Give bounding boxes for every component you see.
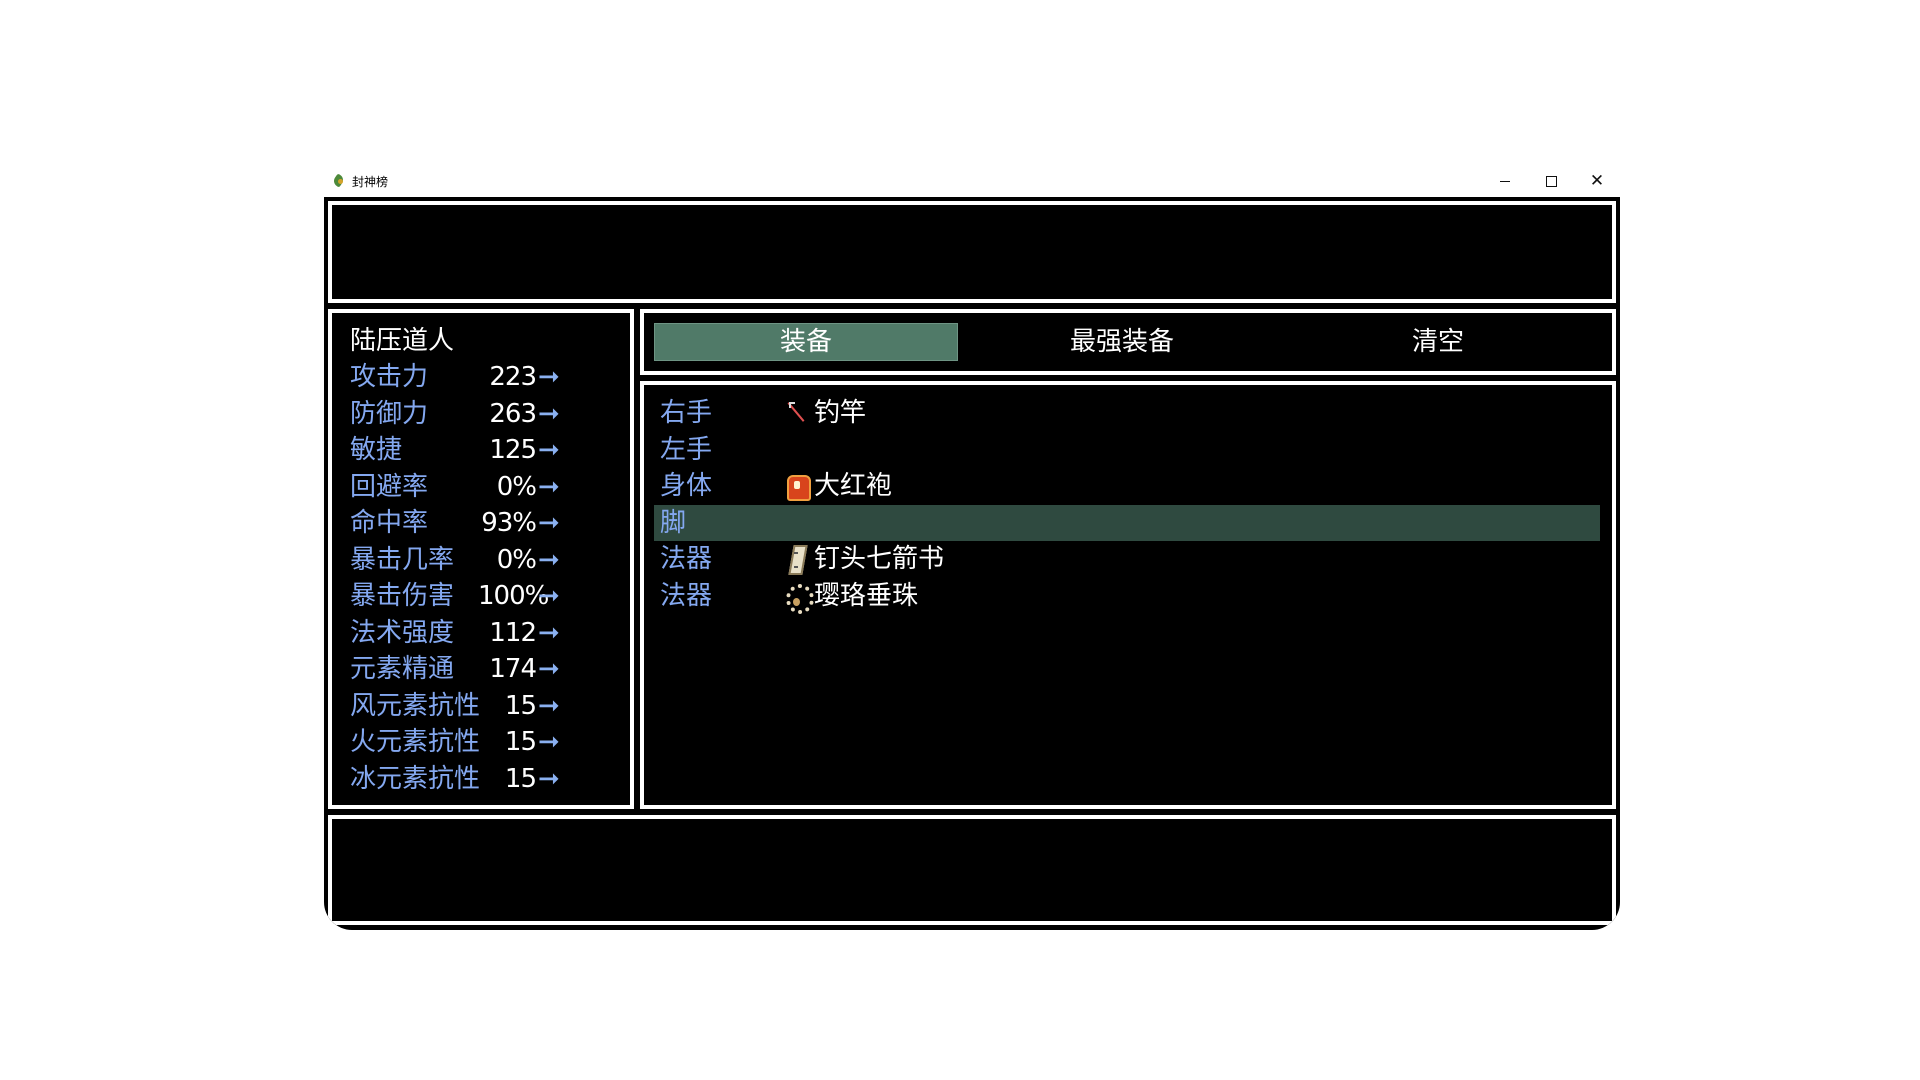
stat-row-ice-resist: 冰元素抗性 15 ➞ [350,761,560,798]
close-button[interactable]: ✕ [1574,165,1620,197]
stat-row-attack: 攻击力 223 ➞ [350,359,560,396]
slot-row-left-hand[interactable]: 左手 [654,432,1600,469]
stat-value: 15 [504,690,537,721]
slot-item: 钉头七箭书 [784,541,944,578]
title-bar[interactable]: 封神榜 ✕ [324,165,1620,197]
stat-row-hit-rate: 命中率 93% ➞ [350,505,560,542]
slot-row-artifact-2[interactable]: 法器 璎珞垂珠 [654,578,1600,615]
stat-row-elemental-mastery: 元素精通 174 ➞ [350,651,560,688]
slot-label: 左手 [660,434,713,465]
stat-row-fire-resist: 火元素抗性 15 ➞ [350,724,560,761]
stat-label: 法术强度 [350,617,455,648]
arrow-right-icon: ➞ [538,654,560,684]
minimize-button[interactable] [1482,165,1528,197]
bead-necklace-icon [784,581,814,614]
stat-label: 攻击力 [350,362,429,392]
arrow-right-icon: ➞ [538,763,560,794]
slot-row-body[interactable]: 身体 大红袍 [654,468,1600,505]
stat-row-evasion: 回避率 0% ➞ [350,469,560,506]
stat-label: 火元素抗性 [350,727,481,757]
item-name: 璎珞垂珠 [814,580,919,611]
status-window: 陆压道人 攻击力 223 ➞ 防御力 263 ➞ 敏捷 125 ➞ 回避率 0%… [328,309,634,809]
stat-value: 0% [496,544,537,575]
stat-value: 93% [481,508,537,538]
arrow-right-icon: ➞ [538,362,560,392]
stat-value: 263 [489,398,537,429]
stat-value: 15 [504,763,537,794]
stat-value: 125 [489,435,537,465]
stat-row-agility: 敏捷 125 ➞ [350,432,560,469]
arrow-right-icon: ➞ [538,727,560,757]
arrow-right-icon: ➞ [538,690,560,721]
app-icon [332,174,346,188]
slot-row-right-hand[interactable]: 右手 钓竿 [654,395,1600,432]
stat-row-wind-resist: 风元素抗性 15 ➞ [350,688,560,725]
arrow-right-icon: ➞ [538,617,560,648]
red-robe-icon [784,471,811,502]
equip-command-window: 装备 最强装备 清空 [640,309,1616,375]
arrow-right-icon: ➞ [538,398,560,429]
arrow-right-icon: ➞ [538,544,560,575]
stat-label: 防御力 [350,398,429,429]
arrow-right-icon: ➞ [538,581,560,611]
stat-list: 攻击力 223 ➞ 防御力 263 ➞ 敏捷 125 ➞ 回避率 0% ➞ 命中… [350,359,560,797]
window-title: 封神榜 [352,174,389,189]
optimize-command[interactable]: 最强装备 [970,323,1274,361]
stat-value: 15 [504,727,537,757]
actor-name: 陆压道人 [350,326,455,356]
slot-label: 法器 [660,580,713,611]
slot-label: 身体 [660,471,713,501]
stat-value: 100% [478,581,549,611]
item-name: 钓竿 [814,398,867,428]
window-controls: ✕ [1482,165,1620,197]
slot-row-artifact-1[interactable]: 法器 钉头七箭书 [654,541,1600,578]
item-list-window [328,815,1616,925]
stat-row-crit-damage: 暴击伤害 100% ➞ [350,578,560,615]
stat-label: 风元素抗性 [350,690,481,721]
stat-label: 冰元素抗性 [350,763,481,794]
arrow-right-icon: ➞ [538,435,560,465]
arrow-right-icon: ➞ [538,471,560,502]
slot-label: 法器 [660,544,713,574]
clear-command[interactable]: 清空 [1286,323,1590,361]
stat-label: 暴击几率 [350,544,455,575]
slot-item: 璎珞垂珠 [784,578,918,615]
slot-row-feet[interactable]: 脚 [654,504,1600,541]
stat-label: 元素精通 [350,654,455,684]
scroll-book-icon [784,544,810,574]
stat-row-crit-rate: 暴击几率 0% ➞ [350,542,560,579]
stat-label: 回避率 [350,471,429,502]
stat-value: 174 [489,654,537,684]
stat-row-spell-power: 法术强度 112 ➞ [350,615,560,652]
maximize-button[interactable] [1528,165,1574,197]
item-name: 钉头七箭书 [814,544,945,574]
slot-label: 脚 [660,507,687,538]
arrow-right-icon: ➞ [538,508,560,538]
game-window: 封神榜 ✕ 陆压道人 攻击力 223 ➞ 防御力 263 ➞ 敏捷 125 ➞ … [324,165,1620,930]
stat-row-defense: 防御力 263 ➞ [350,396,560,433]
stat-value: 223 [489,362,537,392]
slot-item: 大红袍 [784,468,892,505]
item-name: 大红袍 [814,471,893,501]
stat-label: 暴击伤害 [350,581,455,611]
game-screen: 陆压道人 攻击力 223 ➞ 防御力 263 ➞ 敏捷 125 ➞ 回避率 0%… [324,197,1620,930]
equip-command[interactable]: 装备 [654,323,958,361]
equip-slot-window: 右手 钓竿 左手 身体 大红袍 脚 法器 钉头七箭书 法器 璎珞垂珠 [640,381,1616,809]
slot-label: 右手 [660,398,713,428]
slot-item: 钓竿 [784,395,866,432]
stat-value: 112 [489,617,537,648]
stat-label: 敏捷 [350,435,403,465]
stat-value: 0% [496,471,537,502]
stat-label: 命中率 [350,508,429,538]
fishing-rod-icon [784,398,810,428]
help-window [328,201,1616,303]
